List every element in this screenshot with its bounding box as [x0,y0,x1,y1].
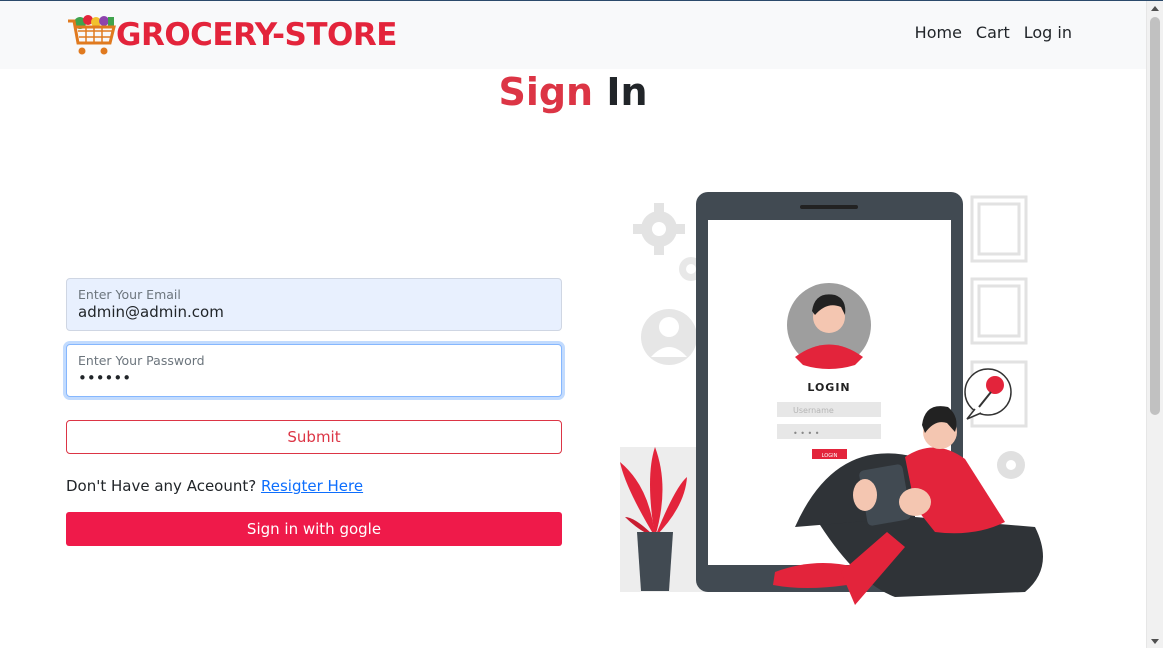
gear-icon [997,451,1025,479]
illustration-username: Username [793,406,834,415]
avatar-icon [641,309,697,365]
register-prompt-text: Don't Have any Aceount? [66,477,257,495]
login-illustration: LOGIN Username • • • • LOGIN [620,192,1043,605]
brand-logo[interactable]: GROCERY-STORE [66,13,397,57]
svg-text:• • • •: • • • • [793,429,820,438]
password-field[interactable]: Enter Your Password [66,344,562,397]
illustration-login-heading: LOGIN [807,381,850,394]
register-prompt: Don't Have any Aceount? Resigter Here [66,477,363,495]
email-input[interactable] [78,303,548,321]
nav-link-home[interactable]: Home [915,23,962,42]
nav-link-cart[interactable]: Cart [976,23,1010,42]
illustration-login-button: LOGIN [822,453,838,459]
password-label: Enter Your Password [78,353,205,368]
register-link[interactable]: Resigter Here [261,477,363,495]
page-title-in: In [606,70,648,114]
navbar: GROCERY-STORE Home Cart Log in [0,1,1146,69]
email-field[interactable]: Enter Your Email [66,278,562,331]
shopping-cart-icon [68,15,116,55]
gear-icon [633,203,685,255]
page-scrollbar[interactable] [1146,1,1163,648]
scroll-down-icon[interactable] [1151,639,1159,644]
email-label: Enter Your Email [78,287,181,302]
google-signin-button[interactable]: Sign in with gogle [66,512,562,546]
scroll-thumb[interactable] [1150,17,1160,415]
page-title: Sign In [0,68,1146,116]
brand-name: GROCERY-STORE [116,17,397,53]
nav-link-login[interactable]: Log in [1024,23,1072,42]
nav-links: Home Cart Log in [915,23,1072,42]
scroll-up-icon[interactable] [1151,6,1159,11]
page-title-sign: Sign [498,70,594,114]
submit-button[interactable]: Submit [66,420,562,454]
password-input[interactable] [78,369,548,387]
